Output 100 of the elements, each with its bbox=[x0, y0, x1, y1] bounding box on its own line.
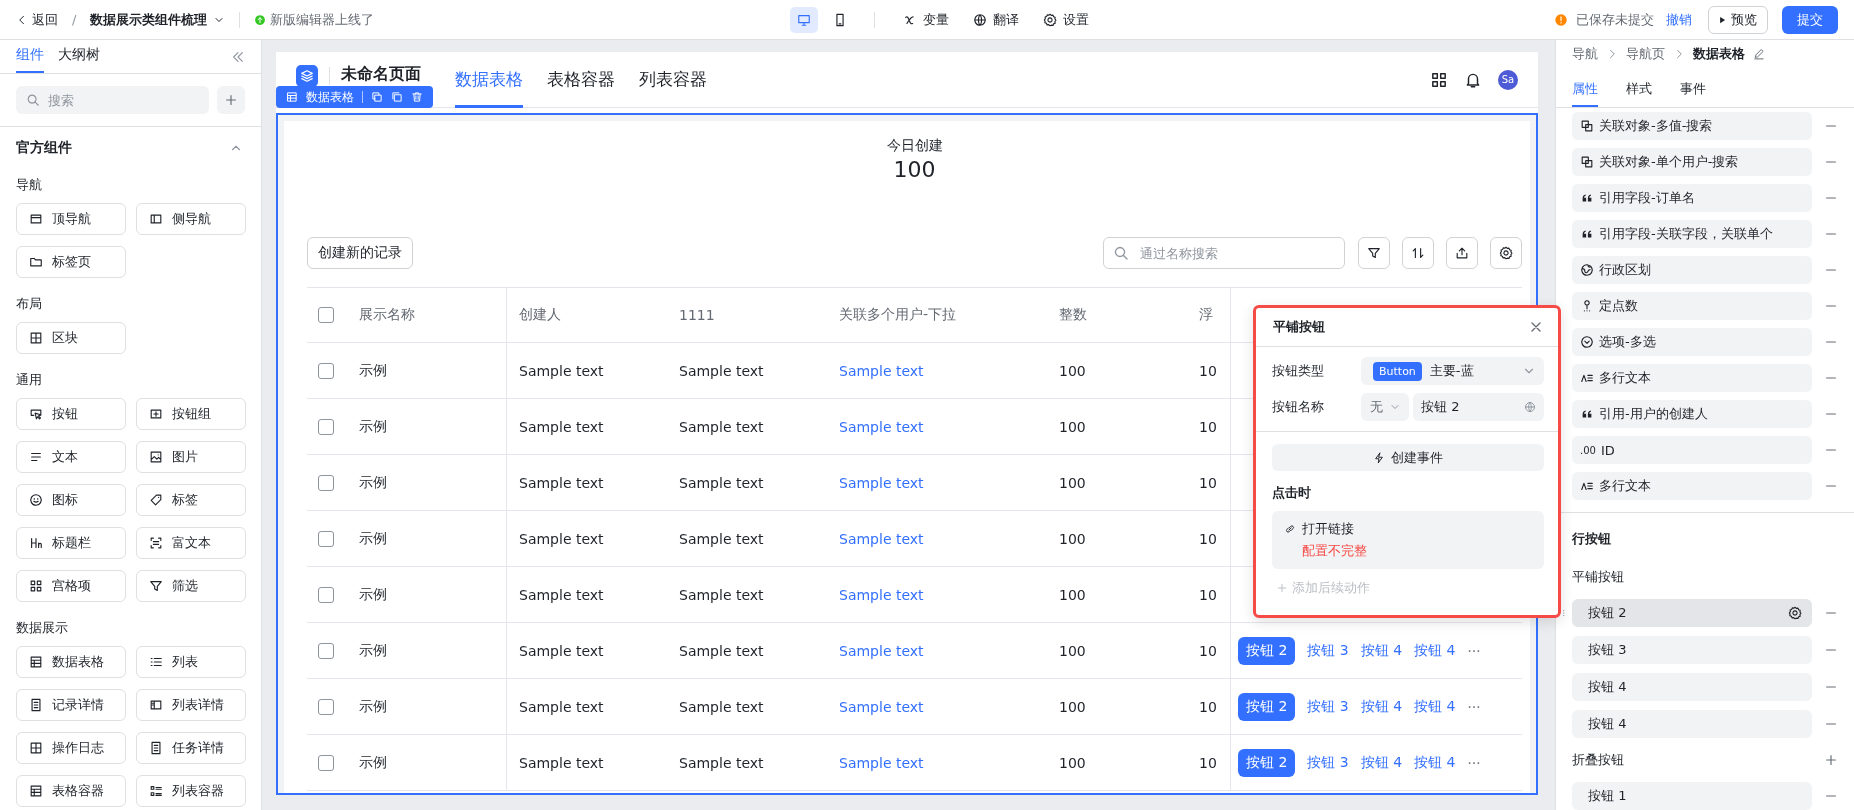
row-link[interactable]: 按钮 4 bbox=[1414, 753, 1456, 772]
field-item[interactable]: 关联对象-多值-搜索 bbox=[1572, 112, 1812, 140]
field-item[interactable]: 多行文本 bbox=[1572, 472, 1812, 500]
button-type-select[interactable]: Button 主要-蓝 bbox=[1361, 357, 1544, 385]
checkbox[interactable] bbox=[318, 530, 334, 547]
row-link[interactable]: 按钮 4 bbox=[1360, 753, 1403, 772]
row-link[interactable]: 按钮 4 bbox=[1414, 697, 1456, 716]
component-item[interactable]: 筛选 bbox=[136, 570, 246, 602]
row-button[interactable]: 按钮 2 bbox=[1238, 748, 1296, 777]
settings-icon[interactable] bbox=[1788, 606, 1802, 620]
table-link[interactable]: Sample text bbox=[839, 362, 924, 379]
table-link[interactable]: Sample text bbox=[839, 698, 924, 715]
table-link[interactable]: Sample text bbox=[839, 586, 924, 603]
field-item[interactable]: 选项-多选 bbox=[1572, 328, 1812, 356]
component-item[interactable]: 标签 bbox=[136, 484, 246, 516]
row-link[interactable]: 按钮 3 bbox=[1307, 753, 1349, 772]
component-item[interactable]: 数据表格 bbox=[16, 646, 126, 678]
panel-tab[interactable]: 组件 bbox=[16, 40, 44, 73]
submit-button[interactable]: 提交 bbox=[1782, 5, 1838, 34]
panel-tab[interactable]: 样式 bbox=[1626, 73, 1652, 107]
duplicate-icon[interactable] bbox=[391, 91, 403, 103]
component-item[interactable]: 操作日志 bbox=[16, 732, 126, 764]
toolbar-button[interactable]: 变量 bbox=[903, 10, 949, 29]
component-item[interactable]: 表格容器 bbox=[16, 775, 126, 807]
checkbox[interactable] bbox=[318, 642, 334, 659]
component-item[interactable]: 区块 bbox=[16, 322, 126, 354]
button-item[interactable]: 按钮 3 bbox=[1572, 636, 1812, 664]
component-item[interactable]: 文本 bbox=[16, 441, 126, 473]
action-card[interactable]: 打开链接 配置不完整 bbox=[1272, 511, 1544, 569]
create-event-button[interactable]: 创建事件 bbox=[1272, 444, 1544, 471]
checkbox[interactable] bbox=[318, 362, 334, 379]
filter-button[interactable] bbox=[1358, 237, 1390, 269]
breadcrumb-item[interactable]: 数据表格 bbox=[1693, 45, 1745, 64]
table-link[interactable]: Sample text bbox=[839, 418, 924, 435]
component-item[interactable]: 标题栏 bbox=[16, 527, 126, 559]
field-item[interactable]: 引用-用户的创建人 bbox=[1572, 400, 1812, 428]
nav-tab[interactable]: 列表容器 bbox=[639, 51, 707, 108]
component-item[interactable]: 侧导航 bbox=[136, 203, 246, 235]
component-item[interactable]: 图标 bbox=[16, 484, 126, 516]
nav-tab[interactable]: 表格容器 bbox=[547, 51, 615, 108]
table-link[interactable]: Sample text bbox=[839, 754, 924, 771]
button-item[interactable]: 按钮 1 bbox=[1572, 782, 1812, 810]
panel-tab[interactable]: 属性 bbox=[1572, 73, 1598, 107]
row-link[interactable]: 按钮 4 bbox=[1360, 641, 1403, 660]
button-item[interactable]: 按钮 4 bbox=[1572, 710, 1812, 738]
button-item[interactable]: 按钮 2 bbox=[1572, 599, 1812, 627]
create-record-button[interactable]: 创建新的记录 bbox=[307, 237, 413, 269]
component-item[interactable]: 列表 bbox=[136, 646, 246, 678]
add-button[interactable] bbox=[217, 86, 245, 114]
row-link[interactable]: 按钮 4 bbox=[1360, 697, 1403, 716]
collapse-icon[interactable] bbox=[231, 49, 245, 64]
row-button[interactable]: 按钮 2 bbox=[1238, 636, 1296, 665]
component-item[interactable]: 列表详情 bbox=[136, 689, 246, 721]
row-link[interactable]: 按钮 3 bbox=[1307, 641, 1349, 660]
field-item[interactable]: 关联对象-单个用户-搜索 bbox=[1572, 148, 1812, 176]
field-item[interactable]: .00 ID bbox=[1572, 436, 1812, 464]
button-item[interactable]: 按钮 4 bbox=[1572, 673, 1812, 701]
preview-button[interactable]: 预览 bbox=[1708, 5, 1768, 34]
pencil-icon[interactable] bbox=[1753, 48, 1765, 61]
component-item[interactable]: 任务详情 bbox=[136, 732, 246, 764]
component-item[interactable]: 宫格项 bbox=[16, 570, 126, 602]
sort-button[interactable] bbox=[1402, 237, 1434, 269]
row-link[interactable]: 按钮 4 bbox=[1414, 641, 1456, 660]
component-item[interactable]: 富文本 bbox=[136, 527, 246, 559]
nav-tab[interactable]: 数据表格 bbox=[455, 51, 523, 108]
table-link[interactable]: Sample text bbox=[839, 474, 924, 491]
copy-icon[interactable] bbox=[371, 91, 383, 103]
component-item[interactable]: 记录详情 bbox=[16, 689, 126, 721]
project-menu[interactable]: 数据展示类组件梳理 bbox=[90, 10, 226, 29]
apps-icon[interactable] bbox=[1430, 70, 1448, 89]
user-avatar[interactable]: Sa bbox=[1498, 69, 1518, 90]
checkbox[interactable] bbox=[318, 754, 334, 771]
toolbar-button[interactable]: 设置 bbox=[1043, 10, 1089, 29]
component-item[interactable]: 图片 bbox=[136, 441, 246, 473]
field-item[interactable]: 行政区划 bbox=[1572, 256, 1812, 284]
checkbox[interactable] bbox=[318, 698, 334, 715]
toolbar-button[interactable]: 翻译 bbox=[973, 10, 1019, 29]
device-toggle[interactable] bbox=[790, 6, 818, 33]
component-item[interactable]: 列表容器 bbox=[136, 775, 246, 807]
component-item[interactable]: 标签页 bbox=[16, 246, 126, 278]
table-link[interactable]: Sample text bbox=[839, 530, 924, 547]
panel-tab[interactable]: 大纲树 bbox=[58, 40, 100, 73]
field-item[interactable]: 多行文本 bbox=[1572, 364, 1812, 392]
checkbox[interactable] bbox=[318, 307, 334, 323]
field-item[interactable]: 引用字段-订单名 bbox=[1572, 184, 1812, 212]
settings-button[interactable] bbox=[1490, 237, 1522, 269]
checkbox[interactable] bbox=[318, 586, 334, 603]
row-link[interactable]: 按钮 3 bbox=[1307, 697, 1349, 716]
plus-icon[interactable] bbox=[1824, 753, 1838, 767]
prefix-select[interactable]: 无 bbox=[1361, 393, 1409, 421]
search-field[interactable]: 搜索 bbox=[16, 86, 209, 114]
checkbox[interactable] bbox=[318, 474, 334, 491]
checkbox[interactable] bbox=[318, 418, 334, 435]
panel-tab[interactable]: 事件 bbox=[1680, 73, 1706, 107]
row-button[interactable]: 按钮 2 bbox=[1238, 692, 1296, 721]
breadcrumb-item[interactable]: 导航页 bbox=[1626, 45, 1665, 64]
undo-link[interactable]: 撤销 bbox=[1666, 10, 1692, 29]
breadcrumb-item[interactable]: 导航 bbox=[1572, 45, 1598, 64]
table-link[interactable]: Sample text bbox=[839, 642, 924, 659]
button-name-field[interactable]: 按钮 2 bbox=[1413, 393, 1544, 421]
